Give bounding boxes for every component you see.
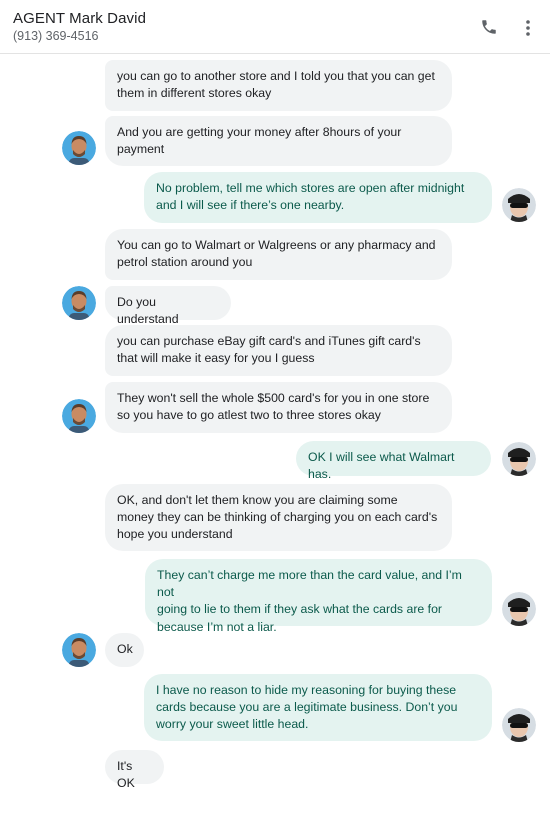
message-incoming[interactable]: Ok	[105, 633, 144, 667]
message-incoming[interactable]: you can purchase eBay gift card's and iT…	[105, 325, 452, 376]
user-avatar-icon	[502, 442, 536, 476]
more-vert-icon[interactable]	[520, 18, 536, 38]
message-outgoing[interactable]: OK I will see what Walmart has.	[296, 441, 491, 481]
agent-avatar-icon	[62, 131, 96, 165]
agent-avatar-icon	[62, 399, 96, 433]
message-outgoing[interactable]: They can’t charge me more than the card …	[145, 559, 492, 634]
message-incoming[interactable]: OK, and don't let them know you are clai…	[105, 484, 452, 551]
agent-avatar-icon	[62, 286, 96, 320]
avatar[interactable]	[502, 442, 536, 476]
message-outgoing[interactable]: I have no reason to hide my reasoning fo…	[144, 674, 492, 741]
avatar[interactable]	[62, 399, 96, 433]
contact-phone: (913) 369-4516	[13, 29, 99, 43]
message-incoming[interactable]: It's OK	[105, 750, 164, 790]
message-outgoing[interactable]: No problem, tell me which stores are ope…	[144, 172, 492, 223]
message-incoming[interactable]: They won't sell the whole $500 card's fo…	[105, 382, 452, 433]
message-incoming[interactable]: You can go to Walmart or Walgreens or an…	[105, 229, 452, 280]
agent-avatar-icon	[62, 633, 96, 667]
avatar[interactable]	[62, 131, 96, 165]
avatar[interactable]	[502, 592, 536, 626]
user-avatar-icon	[502, 188, 536, 222]
avatar[interactable]	[502, 188, 536, 222]
contact-name: AGENT Mark David	[13, 10, 147, 27]
conversation-header: AGENT Mark David (913) 369-4516	[0, 0, 550, 54]
user-avatar-icon	[502, 592, 536, 626]
user-avatar-icon	[502, 708, 536, 742]
avatar[interactable]	[62, 633, 96, 667]
message-incoming[interactable]: you can go to another store and I told y…	[105, 60, 452, 111]
message-incoming[interactable]: And you are getting your money after 8ho…	[105, 116, 452, 166]
phone-icon[interactable]	[480, 18, 500, 38]
avatar[interactable]	[62, 286, 96, 320]
message-incoming[interactable]: Do you understand	[105, 286, 231, 326]
avatar[interactable]	[502, 708, 536, 742]
